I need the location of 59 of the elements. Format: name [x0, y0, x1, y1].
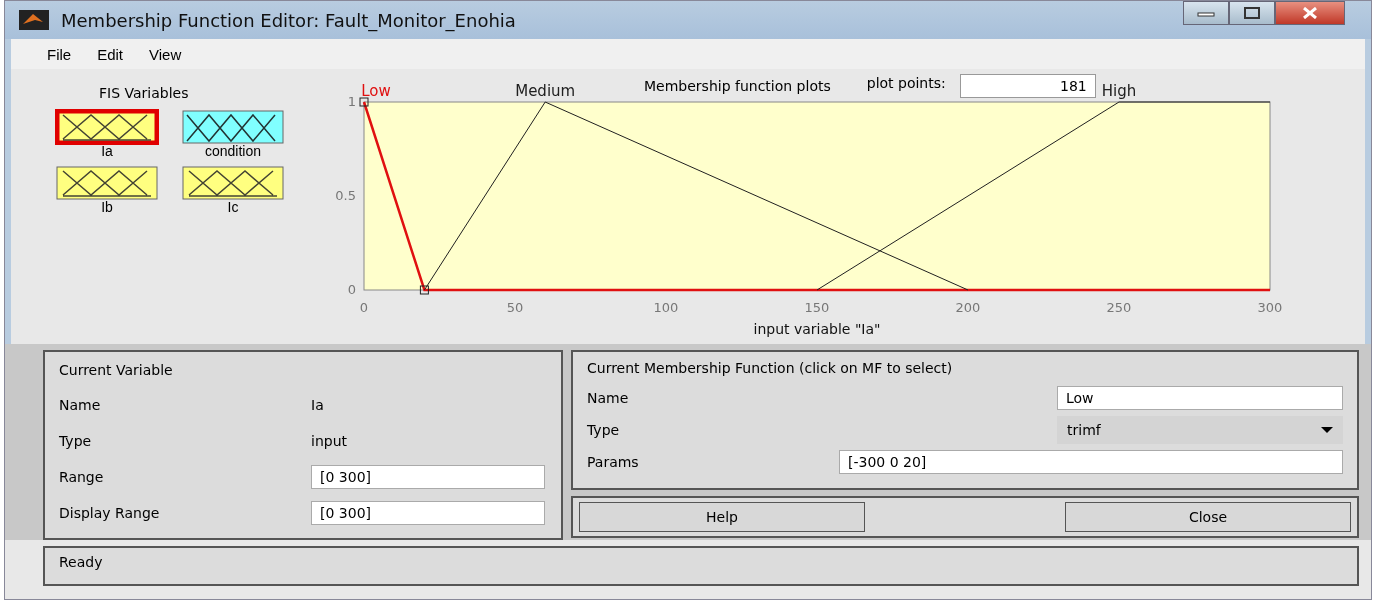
field-label: Display Range: [59, 504, 161, 521]
input-field[interactable]: [0 300]: [311, 464, 545, 489]
x-tick-label: 200: [955, 300, 981, 315]
field-label: Range: [59, 468, 105, 485]
field-label: Name: [587, 390, 630, 406]
x-axis-label: input variable "Ia": [753, 321, 881, 337]
membership-icon: [55, 165, 159, 201]
variable-block[interactable]: Ia: [55, 109, 159, 165]
minimize-icon: [1197, 9, 1215, 17]
dialog-button[interactable]: Close: [1065, 502, 1351, 532]
y-tick-label: 1: [347, 94, 356, 109]
field-value: input: [311, 432, 347, 449]
y-tick-label: 0.5: [335, 188, 356, 203]
input-field[interactable]: [-300 0 20]: [839, 450, 1343, 474]
menu-item[interactable]: View: [143, 43, 188, 65]
field-label: Name: [59, 396, 102, 413]
x-tick-label: 250: [1106, 300, 1132, 315]
caret-icon: [1321, 426, 1333, 434]
curve-label[interactable]: Medium: [515, 82, 576, 100]
variable-block[interactable]: Ib: [55, 165, 159, 221]
x-tick-label: 150: [804, 300, 830, 315]
dialog-button[interactable]: Help: [579, 502, 865, 532]
status-text: Ready: [59, 554, 103, 570]
input-field[interactable]: [0 300]: [311, 500, 545, 525]
panel-title: Current Membership Function (click on MF to select): [587, 360, 954, 376]
membership-icon: [181, 109, 285, 145]
x-tick-label: 300: [1257, 300, 1283, 315]
plot-title: Membership function plots: [644, 78, 831, 94]
section-title: FIS Variables: [99, 85, 190, 101]
field-label: Type: [59, 432, 93, 449]
field-label: Type: [587, 422, 621, 438]
menu-item[interactable]: Edit: [91, 43, 130, 65]
menu-item[interactable]: File: [41, 43, 78, 65]
variable-block[interactable]: condition: [181, 109, 285, 165]
close-icon: [1302, 7, 1318, 19]
variable-block[interactable]: Ic: [181, 165, 285, 221]
membership-curve[interactable]: [423, 101, 969, 291]
y-tick-label: 0: [347, 282, 356, 297]
membership-icon: [55, 109, 159, 145]
minimize-button[interactable]: [1183, 1, 1229, 25]
membership-curve[interactable]: [816, 101, 1271, 291]
maximize-button[interactable]: [1229, 1, 1275, 25]
close-button[interactable]: [1275, 1, 1345, 25]
panel-title: Current Variable: [59, 362, 174, 378]
x-tick-label: 100: [653, 300, 679, 315]
plot-points-field[interactable]: 181: [959, 74, 1096, 98]
input-field[interactable]: Low: [1057, 386, 1343, 410]
membership-icon: [181, 165, 285, 201]
curve-label[interactable]: Low: [361, 82, 391, 100]
plot-points-label: plot points:: [866, 75, 946, 91]
type-dropdown[interactable]: trimf: [1057, 416, 1343, 444]
window-title: Membership Function Editor: Fault_Monitor_Enohia: [61, 9, 516, 31]
field-label: Params: [587, 454, 640, 470]
x-tick-label: 0: [359, 300, 369, 315]
curve-label[interactable]: High: [1101, 82, 1137, 100]
maximize-icon: [1243, 7, 1261, 19]
app-logo-icon: [19, 10, 49, 30]
field-value: Ia: [311, 396, 324, 413]
x-tick-label: 50: [506, 300, 524, 315]
